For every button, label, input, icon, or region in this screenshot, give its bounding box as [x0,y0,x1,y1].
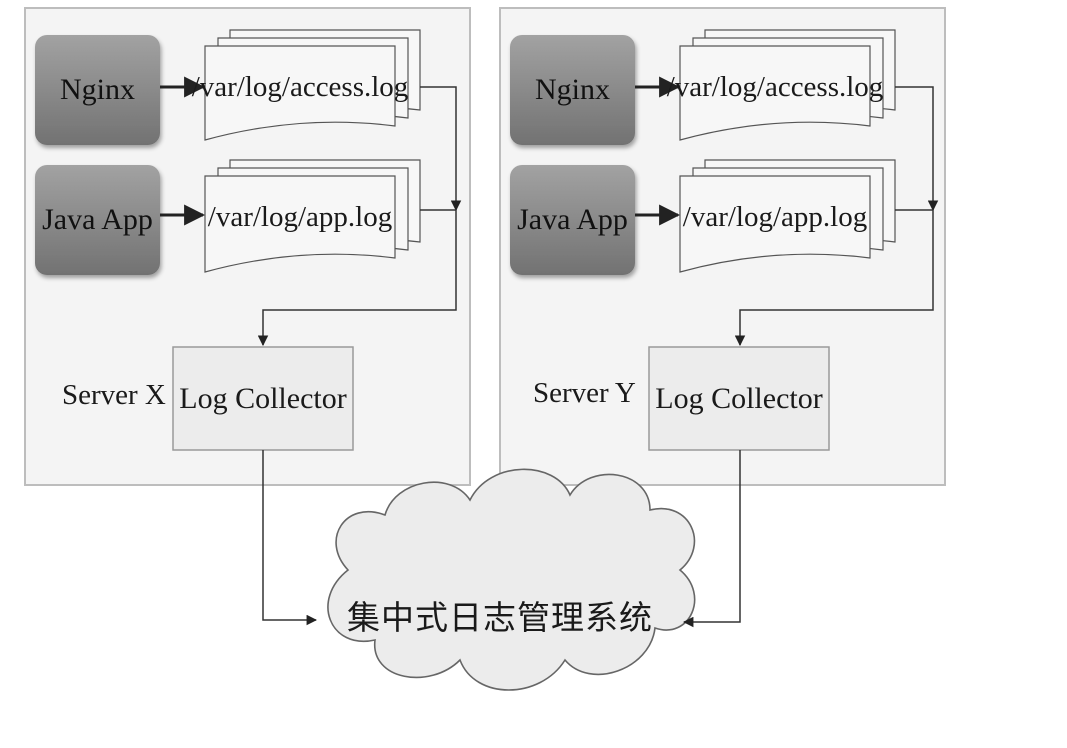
server-y-nginx-box [510,35,635,145]
server-y-app-log-doc [679,159,896,273]
server-x-nginx-box [35,35,160,145]
central-system-cloud [327,468,696,691]
server-y-java-app-box [510,165,635,275]
server-y-log-collector-box [648,346,830,451]
server-x-log-collector-box [172,346,354,451]
diagram-canvas [24,7,946,691]
server-x-app-log-doc [204,159,421,273]
server-x-java-app-box [35,165,160,275]
log-architecture-diagram: Nginx Java App /var/log/access.log /var/… [0,0,1067,748]
